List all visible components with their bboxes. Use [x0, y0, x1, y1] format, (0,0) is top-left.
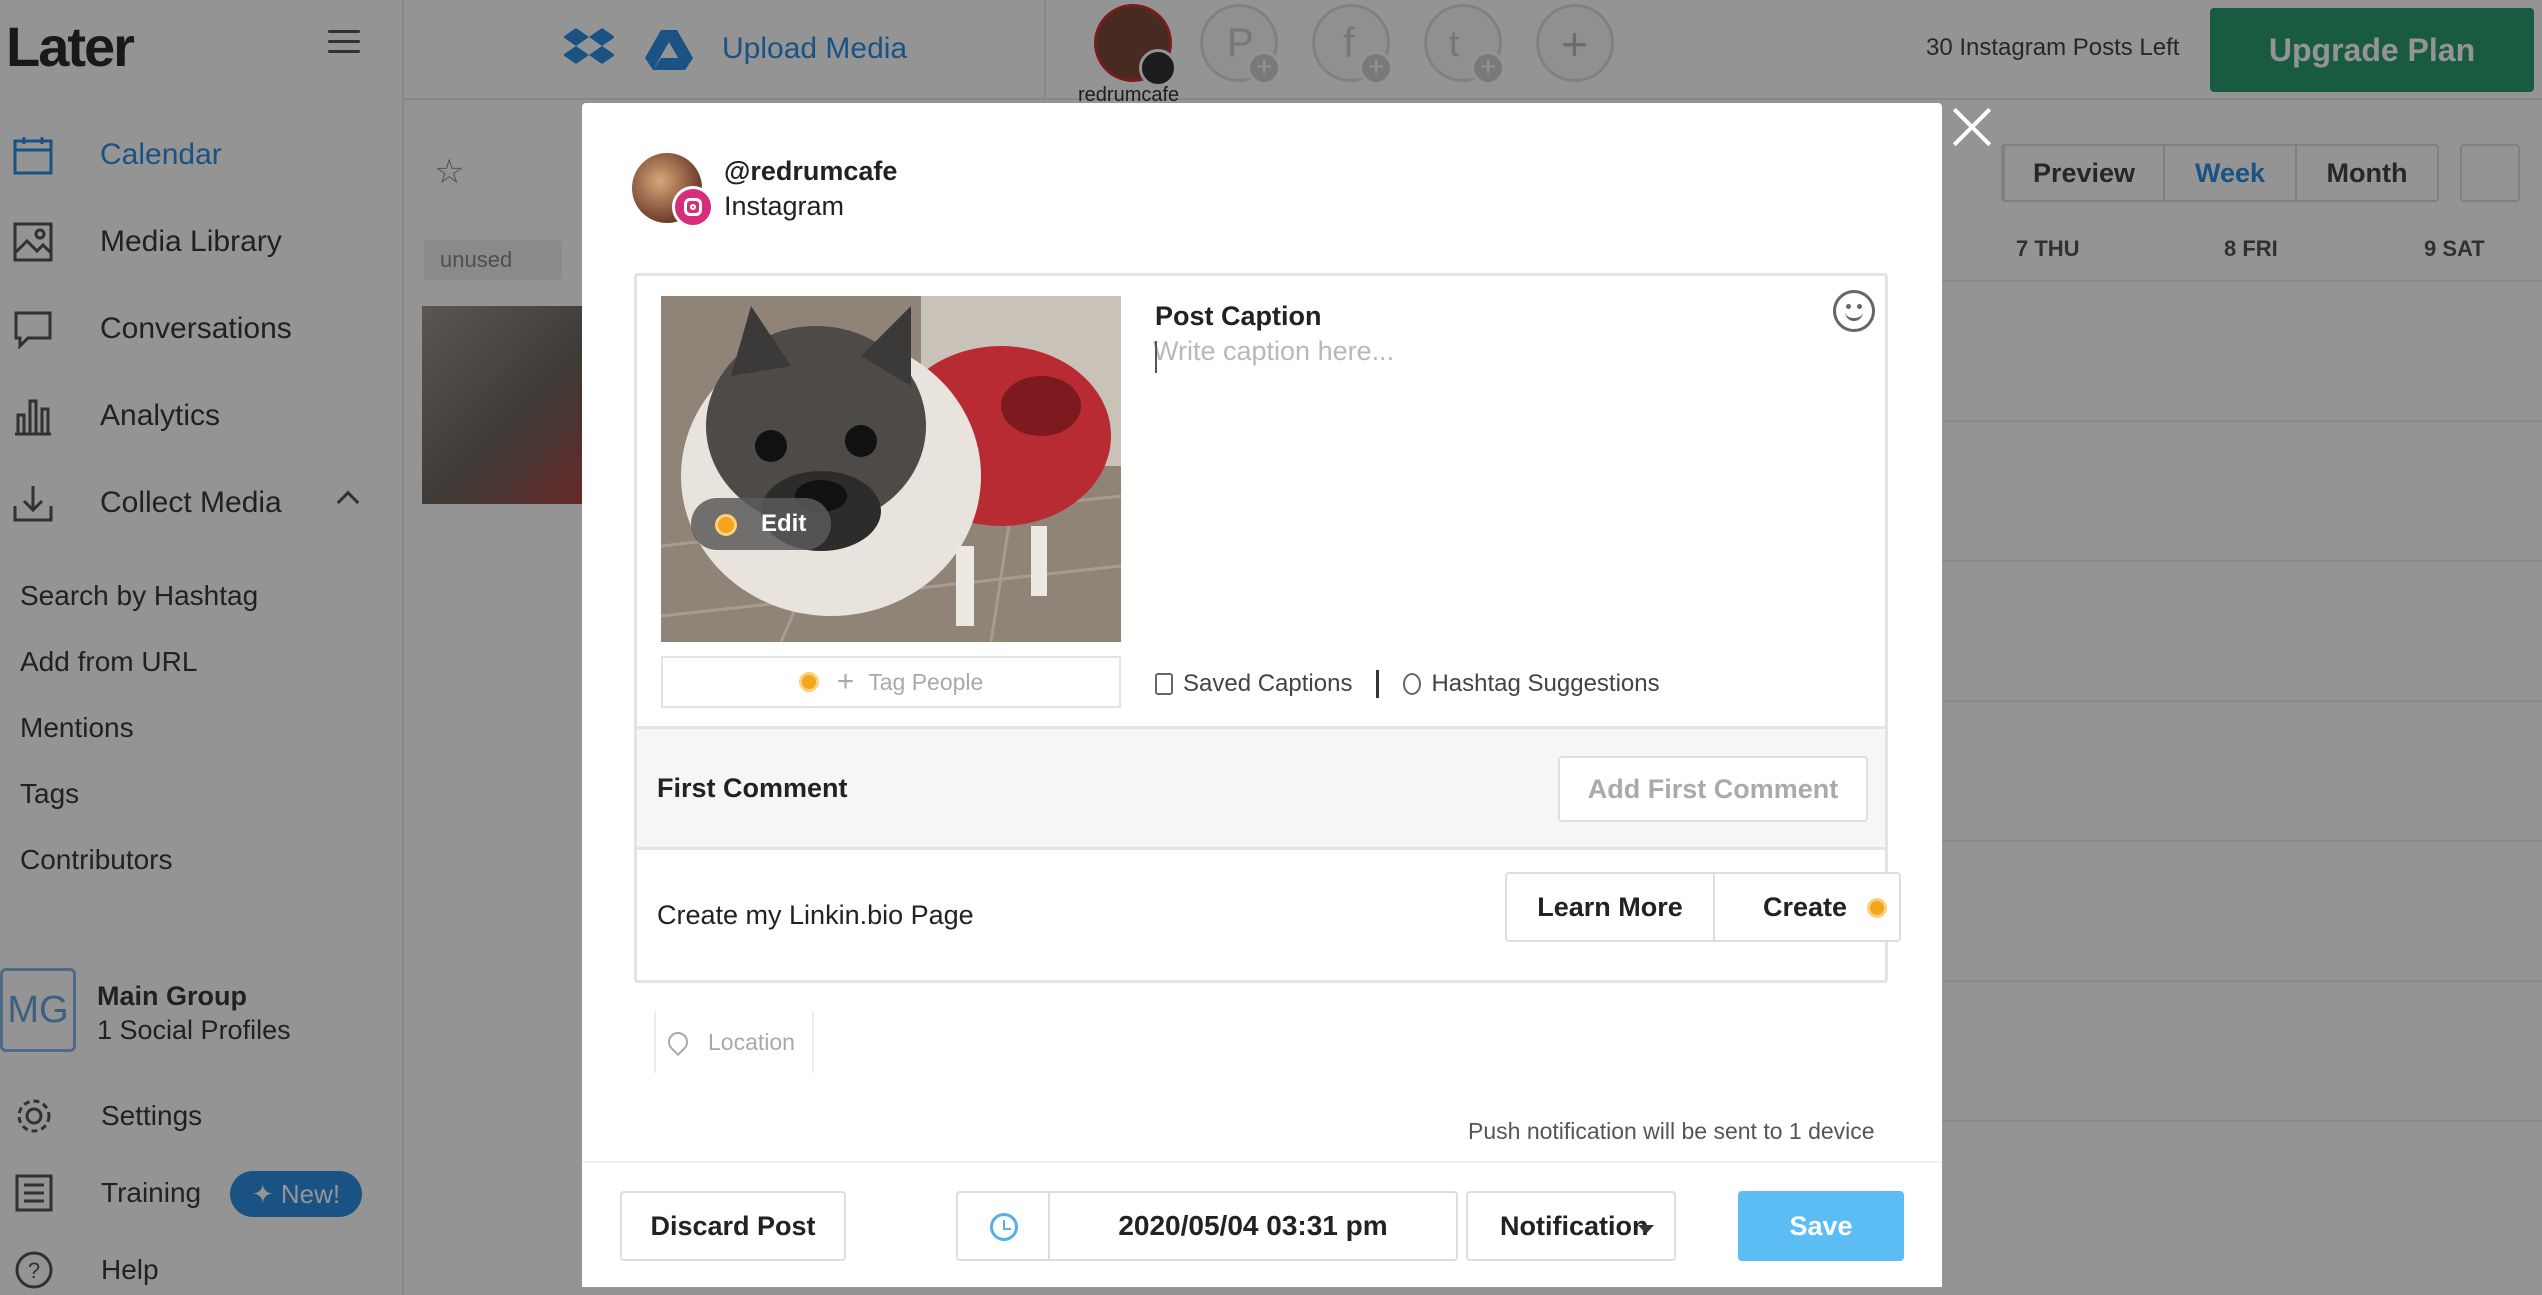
edit-media-button[interactable]: Edit — [691, 498, 831, 550]
publish-mode-label: Notification — [1500, 1210, 1649, 1241]
edit-post-modal: @redrumcafe Instagram Edit + Tag People … — [582, 103, 1942, 1287]
first-comment-label: First Comment — [657, 773, 848, 803]
text-cursor — [1155, 341, 1157, 373]
saved-captions-link[interactable]: Saved Captions — [1183, 670, 1352, 698]
saved-captions-icon — [1155, 673, 1173, 695]
indicator-dot-icon — [798, 672, 819, 692]
post-media-image[interactable]: Edit — [661, 296, 1121, 642]
first-comment-section: First Comment Add First Comment — [637, 726, 1885, 850]
caption-title: Post Caption — [1155, 301, 1322, 331]
plus-icon: + — [836, 665, 855, 698]
hashtag-suggestions-icon — [1403, 673, 1422, 695]
chevron-down-icon — [1638, 1225, 1654, 1234]
tag-people-button[interactable]: + Tag People — [661, 656, 1121, 708]
learn-more-button[interactable]: Learn More — [1505, 872, 1715, 942]
instagram-icon — [672, 186, 714, 228]
indicator-dot-icon — [715, 514, 737, 536]
location-pin-icon — [663, 1027, 693, 1057]
account-handle: @redrumcafe — [724, 156, 898, 186]
edit-label: Edit — [761, 510, 807, 537]
schedule-datetime[interactable]: 2020/05/04 03:31 pm — [1048, 1191, 1458, 1261]
hashtag-suggestions-link[interactable]: Hashtag Suggestions — [1431, 670, 1659, 698]
close-icon[interactable] — [1950, 104, 1994, 148]
dog-photo — [661, 296, 1121, 642]
modal-footer: Discard Post 2020/05/04 03:31 pm Notific… — [582, 1161, 1942, 1287]
push-notification-note: Push notification will be sent to 1 devi… — [1468, 1118, 1875, 1144]
post-editor: Edit + Tag People Post Caption Saved Cap… — [634, 273, 1901, 983]
caption-tools: Saved Captions Hashtag Suggestions — [1155, 670, 1660, 698]
add-first-comment-button[interactable]: Add First Comment — [1558, 756, 1868, 822]
caption-input[interactable] — [1153, 336, 1853, 636]
location-field[interactable]: Location — [654, 1011, 814, 1073]
create-label: Create — [1763, 891, 1848, 922]
clock-icon — [990, 1213, 1018, 1241]
location-placeholder: Location — [708, 1028, 795, 1055]
tag-people-label: Tag People — [868, 668, 984, 695]
divider — [1376, 670, 1380, 698]
publish-mode-dropdown[interactable]: Notification — [1466, 1191, 1676, 1261]
account-network: Instagram — [724, 191, 845, 221]
linkin-bio-label: Create my Linkin.bio Page — [657, 900, 974, 930]
discard-post-button[interactable]: Discard Post — [620, 1191, 846, 1261]
save-button[interactable]: Save — [1738, 1191, 1904, 1261]
emoji-icon[interactable] — [1833, 290, 1875, 332]
create-linkin-button[interactable]: Create — [1713, 872, 1901, 942]
schedule-time-button[interactable] — [956, 1191, 1050, 1261]
indicator-dot-icon — [1867, 898, 1887, 918]
